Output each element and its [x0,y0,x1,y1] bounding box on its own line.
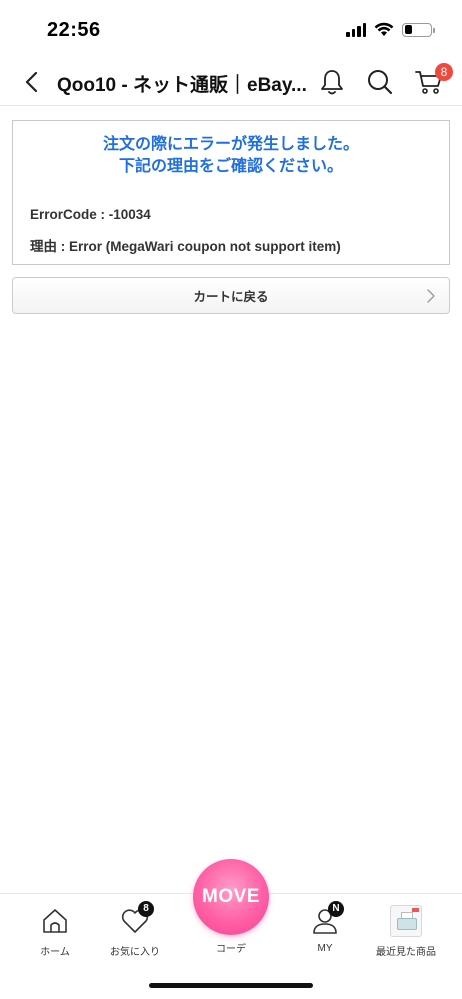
error-code: ErrorCode : -10034 [30,207,151,222]
home-indicator [149,983,313,988]
notification-button[interactable] [316,66,348,98]
back-to-cart-label: カートに戻る [193,290,269,304]
cart-count-badge: 8 [435,63,453,81]
error-title-line1: 注文の際にエラーが発生しました。 [102,136,359,153]
tab-coordinate-label: コーデ [216,944,246,955]
tab-recently-viewed[interactable]: 最近見た商品 [366,894,446,964]
status-time: 22:56 [47,19,101,41]
tab-my-label: MY [317,943,333,954]
tab-my[interactable]: N MY [285,894,365,964]
wifi-icon [374,22,394,36]
tab-favorites-label: お気に入り [110,947,160,958]
nav-header: Qoo10 - ネット通販｜eBay... 8 [0,58,462,106]
bell-icon [321,70,343,95]
back-arrow-icon [25,71,38,93]
signal-icon [346,22,366,37]
tab-home[interactable]: ホーム [15,894,95,964]
back-to-cart-button[interactable]: カートに戻る [12,277,450,314]
move-logo-text: MOVE [202,886,260,907]
page-title: Qoo10 - ネット通販｜eBay... [57,75,307,96]
tab-favorites[interactable]: 8 お気に入り [95,894,175,964]
status-icons [346,22,435,37]
error-message-box: 注文の際にエラーが発生しました。 下記の理由をご確認ください。 ErrorCod… [12,120,450,265]
heart-icon: 8 [118,901,154,938]
back-button[interactable] [18,68,46,96]
search-button[interactable] [364,66,396,98]
error-reason: 理由 : Error (MegaWari coupon not support … [30,239,341,254]
favorites-badge: 8 [138,901,154,917]
user-icon: N [308,901,344,938]
error-title-line2: 下記の理由をご確認ください。 [118,158,343,175]
move-button[interactable]: MOVE [193,859,269,935]
recent-item-thumbnail [389,904,423,938]
status-bar: 22:56 [0,0,462,58]
cart-button[interactable]: 8 [413,63,453,98]
chevron-right-icon [427,289,435,303]
tab-home-label: ホーム [40,947,70,958]
search-icon [368,70,393,95]
tab-recently-viewed-label: 最近見た商品 [376,947,436,958]
home-icon [38,904,72,938]
error-title: 注文の際にエラーが発生しました。 下記の理由をご確認ください。 [13,134,449,178]
my-badge: N [328,901,344,917]
battery-level [404,25,412,34]
battery-icon [402,22,435,37]
